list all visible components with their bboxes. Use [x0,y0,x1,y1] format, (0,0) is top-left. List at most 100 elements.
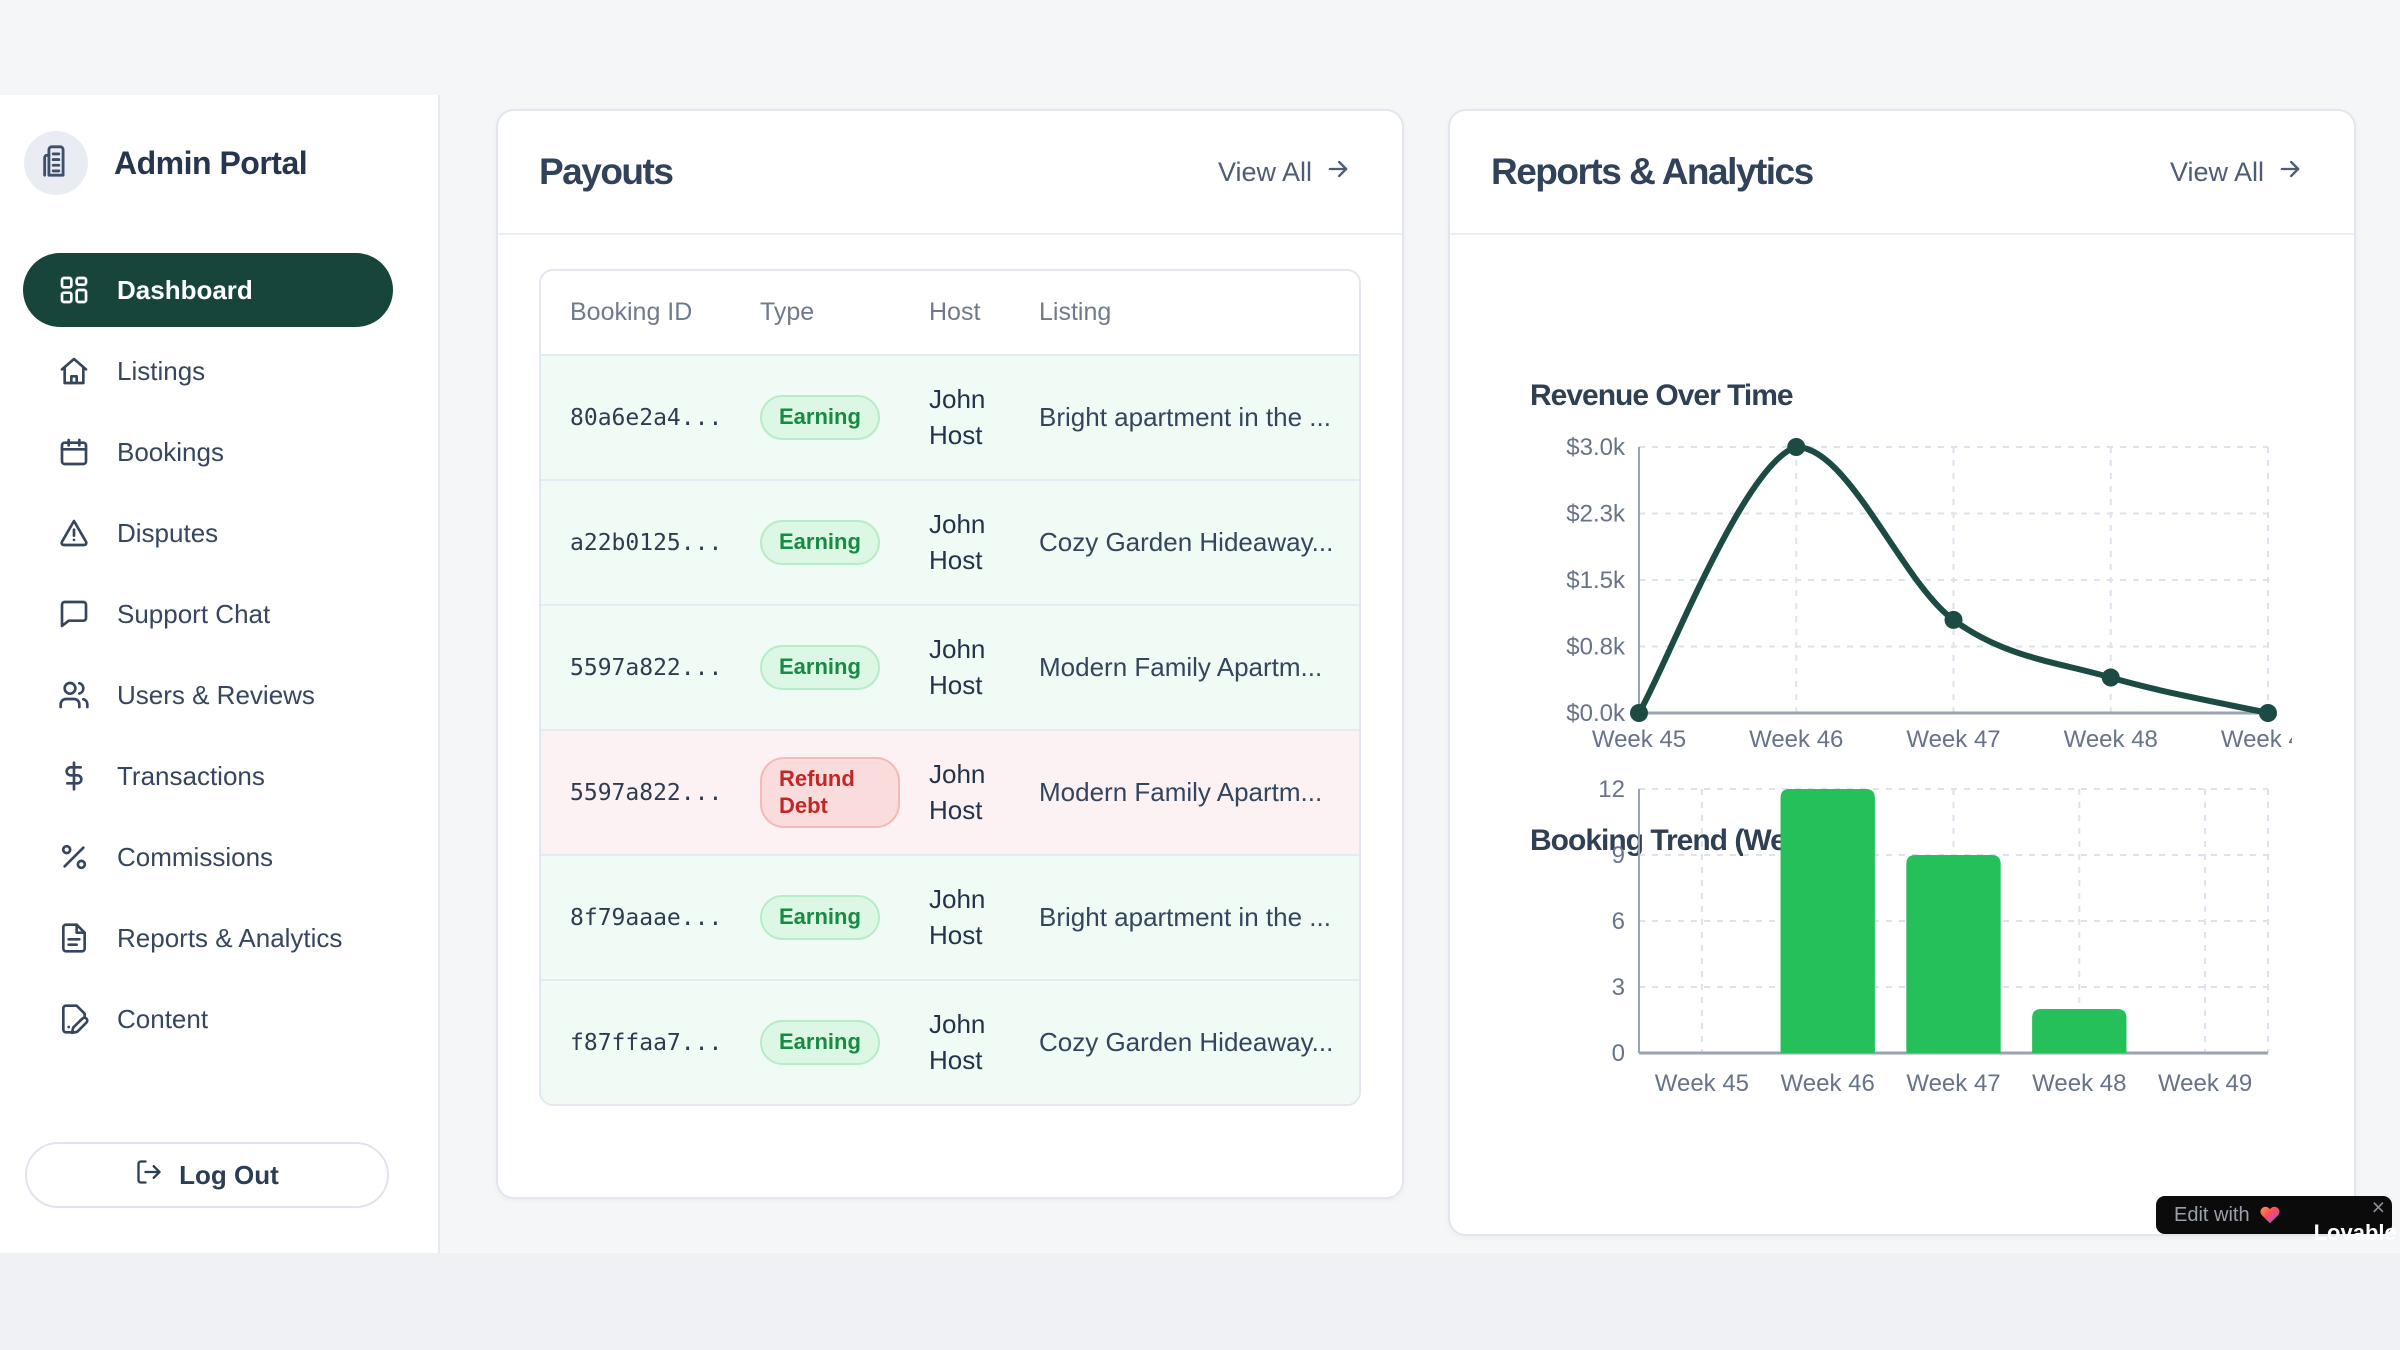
host-name: John Host [900,382,1010,452]
users-icon [57,678,91,712]
sidebar-item-listings[interactable]: Listings [23,334,393,408]
sidebar-item-transactions[interactable]: Transactions [23,739,393,813]
svg-text:$0.0k: $0.0k [1566,700,1626,727]
listing-name: Bright apartment in the ... [1010,902,1359,933]
listing-name: Cozy Garden Hideaway... [1010,1027,1359,1058]
sidebar-item-disputes[interactable]: Disputes [23,496,393,570]
svg-text:Week 47: Week 47 [1906,726,2000,749]
dashboard-grid-icon [57,273,91,307]
sidebar-item-support-chat[interactable]: Support Chat [23,577,393,651]
reports-view-all-button[interactable]: View All [2164,154,2310,191]
dollar-icon [57,759,91,793]
sidebar-item-label: Disputes [117,518,218,549]
column-header-host: Host [900,298,1010,327]
payout-row[interactable]: 5597a822...Refund DebtJohn HostModern Fa… [541,729,1359,854]
document-icon [57,921,91,955]
reports-header: Reports & Analytics View All [1450,111,2354,235]
svg-text:Week 45: Week 45 [1655,1070,1749,1097]
payouts-header: Payouts View All [498,111,1402,235]
column-header-type: Type [731,298,900,327]
home-icon [57,354,91,388]
footer-band [0,1253,2400,1350]
view-all-label: View All [1218,157,1312,188]
warning-triangle-icon [57,516,91,550]
booking-bar-chart: 036912Week 45Week 46Week 47Week 48Week 4… [1530,773,2292,1097]
sidebar-item-label: Users & Reviews [117,680,315,711]
sidebar-item-label: Listings [117,356,205,387]
lovable-badge[interactable]: Edit with Lovable × [2156,1196,2392,1234]
booking-id: a22b0125... [541,530,731,556]
sidebar-item-dashboard[interactable]: Dashboard [23,253,393,327]
payout-row[interactable]: 80a6e2a4... Earning John HostBright apartm… [541,354,1359,479]
column-header-booking-id: Booking ID [541,298,731,327]
column-header-listing: Listing [1010,298,1359,327]
host-name: John Host [900,507,1010,577]
payouts-title: Payouts [539,151,672,193]
sidebar-item-label: Commissions [117,842,273,873]
host-name: John Host [900,757,1010,827]
svg-text:9: 9 [1612,842,1625,869]
brand-avatar [24,131,88,195]
svg-text:0: 0 [1612,1040,1625,1067]
sidebar-item-content[interactable]: Content [23,982,393,1056]
booking-id: 80a6e2a4... [541,405,731,431]
payouts-view-all-button[interactable]: View All [1212,154,1358,191]
app-title: Admin Portal [114,145,307,182]
lovable-brand: Lovable [2314,1220,2397,1246]
booking-id: 8f79aaae... [541,905,731,931]
svg-text:Week 45: Week 45 [1592,726,1686,749]
listing-name: Cozy Garden Hideaway... [1010,527,1359,558]
logout-icon [135,1158,163,1193]
sidebar-item-label: Content [117,1004,208,1035]
close-icon[interactable]: × [2372,1196,2385,1219]
booking-id: f87ffaa7... [541,1030,731,1056]
sidebar-item-bookings[interactable]: Bookings [23,415,393,489]
svg-text:$0.8k: $0.8k [1566,634,1626,661]
sidebar-item-label: Reports & Analytics [117,923,342,954]
type-badge: Refund Debt [760,757,900,828]
host-name: John Host [900,1007,1010,1077]
svg-text:$3.0k: $3.0k [1566,434,1626,461]
brand: Admin Portal [24,131,438,195]
payout-row[interactable]: 5597a822...EarningJohn HostModern Family… [541,604,1359,729]
chat-bubble-icon [57,597,91,631]
payout-row[interactable]: a22b0125... Earning John HostCozy Garden H… [541,479,1359,604]
sidebar-nav: Dashboard Listings Bookings Disputes Support… [23,253,393,1063]
reports-card: Reports & Analytics View All Revenue Ove… [1448,109,2356,1236]
payout-row[interactable]: f87ffaa7... Earning John HostCozy Garden H… [541,979,1359,1104]
sidebar-item-users-reviews[interactable]: Users & Reviews [23,658,393,732]
sidebar: Admin Portal Dashboard Listings Bookings Di… [0,95,440,1253]
svg-text:6: 6 [1612,908,1625,935]
payout-row[interactable]: 8f79aaae...EarningJohn HostBright apartm… [541,854,1359,979]
type-badge: Earning [760,395,880,439]
svg-text:Week 49: Week 49 [2158,1070,2252,1097]
building-icon [39,144,73,183]
type-badge: Earning [760,520,880,564]
listing-name: Modern Family Apartm... [1010,652,1359,683]
reports-title: Reports & Analytics [1491,151,1813,193]
svg-text:Week 48: Week 48 [2064,726,2158,749]
lovable-prefix: Edit with [2174,1204,2250,1227]
listing-name: Bright apartment in the ... [1010,402,1359,433]
svg-text:Week 46: Week 46 [1781,1070,1875,1097]
svg-text:$2.3k: $2.3k [1566,501,1626,528]
host-name: John Host [900,632,1010,702]
type-badge: Earning [760,1020,880,1064]
type-badge: Earning [760,895,880,939]
revenue-line-chart: $0.0k $0.8k $1.5k $2.3k $3.0k Week 45 Week 46 W… [1530,433,2292,749]
payouts-card: Payouts View All Booking IDTypeHostListi… [496,109,1404,1199]
arrow-right-icon [2276,155,2304,190]
view-all-label: View All [2170,157,2264,188]
booking-id: 5597a822... [541,655,731,681]
svg-text:Week 46: Week 46 [1749,726,1843,749]
svg-text:$1.5k: $1.5k [1566,567,1626,594]
sidebar-item-label: Bookings [117,437,224,468]
listing-name: Modern Family Apartm... [1010,777,1359,808]
payouts-table-header: Booking IDTypeHostListing [541,271,1359,354]
sidebar-item-reports-analytics[interactable]: Reports & Analytics [23,901,393,975]
svg-text:3: 3 [1612,974,1625,1001]
logout-button[interactable]: Log Out [25,1142,389,1208]
svg-text:Week 48: Week 48 [2032,1070,2126,1097]
sidebar-item-commissions[interactable]: Commissions [23,820,393,894]
sidebar-item-label: Transactions [117,761,265,792]
